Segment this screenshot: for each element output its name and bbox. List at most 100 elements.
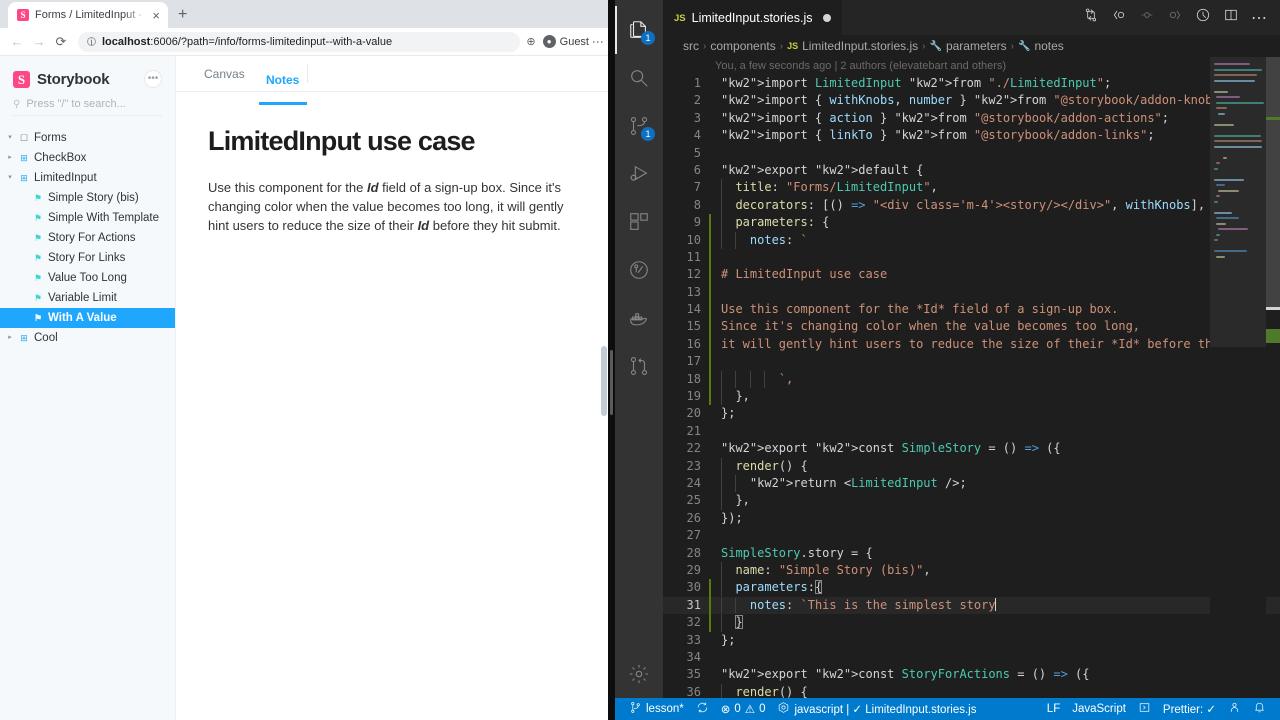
profile-button[interactable]: ● Guest [542, 35, 589, 48]
code-line[interactable]: 11 [663, 248, 1280, 267]
browser-tab[interactable]: S Forms / LimitedInput - With A × [8, 2, 168, 28]
chevron-down-icon[interactable]: ▾ [6, 171, 14, 185]
reload-button[interactable]: ⟳ [50, 34, 72, 50]
chevron-down-icon[interactable]: ▾ [6, 131, 14, 145]
code-editor[interactable]: You, a few seconds ago | 2 authors (elev… [663, 57, 1280, 698]
code-line[interactable]: 15 Since it's changing color when the val… [663, 318, 1280, 336]
code-line[interactable]: 29 name: "Simple Story (bis)", [663, 561, 1280, 580]
code-line[interactable]: 16 it will gently hint users to reduce th… [663, 335, 1280, 354]
code-line[interactable]: 19 }, [663, 388, 1280, 406]
file-history-button[interactable] [1190, 0, 1216, 35]
status-language-mode[interactable]: JavaScript [1066, 698, 1132, 720]
tree-item-value-too-long[interactable]: ⚑ Value Too Long [0, 268, 175, 288]
code-line[interactable]: 13 [663, 283, 1280, 302]
unsaved-indicator-icon[interactable] [822, 14, 831, 22]
code-line[interactable]: 32 } [663, 614, 1280, 632]
code-line[interactable]: 14 Use this component for the *Id* field … [663, 301, 1280, 319]
activity-bar-item-manage[interactable] [615, 650, 663, 698]
status-branch[interactable]: lesson* [623, 698, 690, 720]
breadcrumb-item-components[interactable]: components [710, 39, 775, 53]
storybook-search-input[interactable]: ⚲ Press "/" to search... [13, 98, 162, 116]
status-open-changes[interactable] [1132, 698, 1157, 720]
tree-item-simple-story-bis[interactable]: ⚑ Simple Story (bis) [0, 188, 175, 208]
code-line[interactable]: 35 "kw2">export "kw2">const StoryForActio… [663, 666, 1280, 683]
previous-change-button[interactable] [1106, 0, 1132, 35]
close-tab-icon[interactable]: × [152, 9, 160, 22]
split-editor-button[interactable] [1218, 0, 1244, 35]
code-line[interactable]: 21 [663, 423, 1280, 440]
storybook-menu-button[interactable]: ••• [144, 70, 162, 88]
code-line[interactable]: 4 "kw2">import { linkTo } "kw2">from "@st… [663, 127, 1280, 144]
status-eslint[interactable]: javascript | ✓ LimitedInput.stories.js [771, 698, 982, 720]
code-line[interactable]: 23 render() { [663, 457, 1280, 475]
code-line[interactable]: 34 [663, 649, 1280, 666]
address-bar[interactable]: i localhost:6006/?path=/info/forms-limit… [78, 31, 521, 52]
activity-bar-item-explorer[interactable]: 1 [615, 6, 663, 54]
code-line[interactable]: 10 notes: ` [663, 231, 1280, 249]
editor-scrollbar[interactable] [1266, 57, 1280, 698]
tree-item-forms[interactable]: ▾ ☐ Forms [0, 128, 175, 148]
tab-notes[interactable]: Notes [258, 56, 307, 105]
code-lines[interactable]: 1 "kw2">import LimitedInput "kw2">from ".… [663, 75, 1280, 698]
activity-bar-item-source-control[interactable]: 1 [615, 102, 663, 150]
browser-menu-icon[interactable]: ⋮ [591, 36, 605, 48]
toggle-change-button[interactable] [1134, 0, 1160, 35]
tab-canvas[interactable]: Canvas [190, 56, 259, 91]
code-line[interactable]: 22 "kw2">export "kw2">const SimpleStory =… [663, 440, 1280, 457]
site-info-icon[interactable]: i [87, 37, 96, 47]
breadcrumb-item-parameters[interactable]: parameters [946, 39, 1007, 53]
code-line[interactable]: 7 title: "Forms/LimitedInput", [663, 179, 1280, 197]
tree-item-story-for-actions[interactable]: ⚑ Story For Actions [0, 228, 175, 248]
code-line[interactable]: 20}; [663, 405, 1280, 422]
code-line[interactable]: 5 [663, 145, 1280, 162]
more-actions-button[interactable]: ⋯ [1246, 0, 1272, 35]
activity-bar-item-pull-requests[interactable] [615, 342, 663, 390]
tree-item-limitedinput[interactable]: ▾ ⊞ LimitedInput [0, 168, 175, 188]
notes-scrollbar[interactable] [601, 346, 607, 416]
code-line[interactable]: 17 [663, 353, 1280, 371]
compare-changes-button[interactable] [1078, 0, 1104, 35]
breadcrumb-item-src[interactable]: src [683, 39, 699, 53]
code-line[interactable]: 12 # LimitedInput use case [663, 266, 1280, 284]
code-line[interactable]: 2 "kw2">import { withKnobs, number } "kw2… [663, 92, 1280, 109]
code-line[interactable]: 8 decorators: [() => "<div class='m-4'><… [663, 196, 1280, 215]
tree-item-variable-limit[interactable]: ⚑ Variable Limit [0, 288, 175, 308]
code-line[interactable]: 31 notes: `This is the simplest story [663, 596, 1280, 615]
activity-bar-item-extensions[interactable] [615, 198, 663, 246]
code-line[interactable]: 25 }, [663, 492, 1280, 510]
code-line[interactable]: 26}); [663, 510, 1280, 527]
code-line[interactable]: 28 SimpleStory.story = { [663, 545, 1280, 562]
chevron-right-icon[interactable]: ▸ [6, 331, 14, 345]
activity-bar-item-docker[interactable] [615, 294, 663, 342]
tree-item-story-for-links[interactable]: ⚑ Story For Links [0, 248, 175, 268]
activity-bar-item-run-and-debug[interactable] [615, 150, 663, 198]
tree-item-simple-with-template[interactable]: ⚑ Simple With Template [0, 208, 175, 228]
editor-scrollbar-thumb[interactable] [1266, 57, 1280, 307]
code-line[interactable]: 6 "kw2">export "kw2">default { [663, 162, 1280, 179]
code-line[interactable]: 9 parameters: { [663, 214, 1280, 232]
code-line[interactable]: 3 "kw2">import { action } "kw2">from "@st… [663, 110, 1280, 127]
tree-item-checkbox[interactable]: ▸ ⊞ CheckBox [0, 148, 175, 168]
code-line[interactable]: 36 render() { [663, 683, 1280, 698]
status-eol[interactable]: LF [1041, 698, 1066, 720]
status-notifications[interactable] [1247, 698, 1272, 720]
code-line[interactable]: 33}; [663, 632, 1280, 649]
next-change-button[interactable] [1162, 0, 1188, 35]
tree-item-cool[interactable]: ▸ ⊞ Cool [0, 328, 175, 348]
code-line[interactable]: 30 parameters:{ [663, 579, 1280, 597]
zoom-icon[interactable]: ⊕ [526, 35, 535, 48]
breadcrumb-item-notes[interactable]: notes [1034, 39, 1063, 53]
code-line[interactable]: 24 "kw2">return <LimitedInput />; [663, 474, 1280, 493]
new-tab-button[interactable]: + [168, 2, 197, 28]
status-remote[interactable] [1222, 698, 1247, 720]
back-button[interactable]: ← [6, 34, 28, 49]
window-resize-handle[interactable] [608, 0, 615, 720]
forward-button[interactable]: → [28, 34, 50, 49]
code-line[interactable]: 27 [663, 527, 1280, 544]
status-problems[interactable]: ⊗ 0 ⚠ 0 [715, 698, 772, 720]
activity-bar-item-search[interactable] [615, 54, 663, 102]
status-prettier[interactable]: Prettier: ✓ [1157, 698, 1222, 720]
minimap-slider[interactable] [1210, 57, 1266, 347]
status-sync[interactable] [690, 698, 715, 720]
minimap[interactable] [1210, 57, 1266, 698]
